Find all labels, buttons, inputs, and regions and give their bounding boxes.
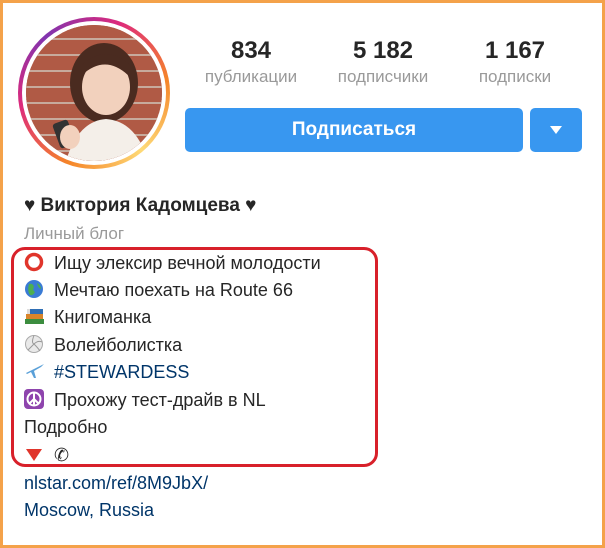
story-ring[interactable]: [18, 17, 170, 169]
follow-button[interactable]: Подписаться: [185, 108, 523, 152]
profile-name: ♥ Виктория Кадомцева ♥: [24, 195, 257, 216]
profile-category: Личный блог: [24, 224, 125, 243]
avatar[interactable]: [26, 25, 162, 161]
stat-following[interactable]: 1 167 подписки: [450, 36, 580, 88]
posts-count: 834: [230, 37, 272, 64]
posts-label: публикации: [204, 67, 298, 86]
followers-count: 5 182: [352, 37, 414, 64]
stat-posts[interactable]: 834 публикации: [186, 36, 316, 88]
website-link[interactable]: nlstar.com/ref/8M9JbX/: [24, 471, 208, 495]
stat-followers[interactable]: 5 182 подписчики: [318, 36, 448, 88]
following-label: подписки: [478, 67, 552, 86]
following-count: 1 167: [484, 37, 546, 64]
chevron-down-icon: [550, 126, 562, 134]
suggested-accounts-button[interactable]: [530, 108, 582, 152]
avatar-photo: [26, 25, 162, 161]
followers-label: подписчики: [337, 67, 429, 86]
location-link[interactable]: Moscow, Russia: [24, 498, 154, 522]
highlight-box: [11, 247, 378, 467]
